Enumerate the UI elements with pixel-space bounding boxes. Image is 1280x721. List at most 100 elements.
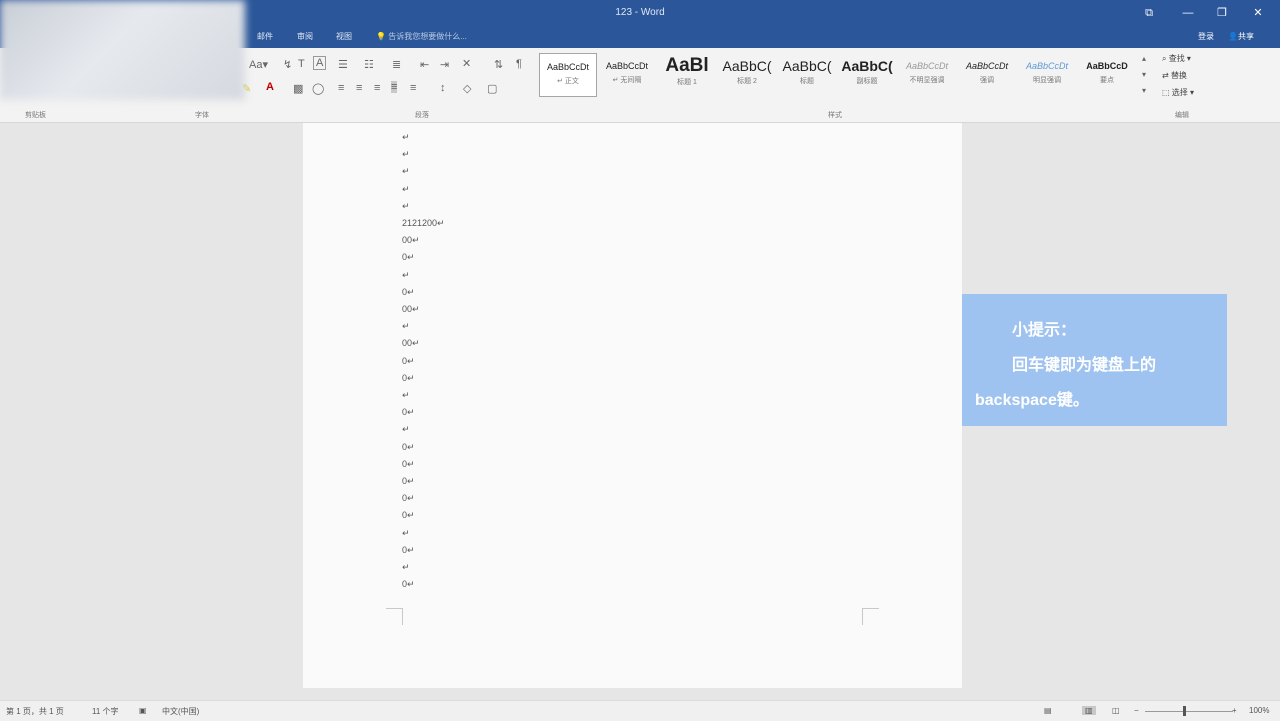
language-indicator[interactable]: 中文(中国) [162, 706, 199, 717]
zoom-slider-thumb[interactable] [1183, 706, 1186, 716]
text-effect-icon[interactable]: T [298, 58, 305, 70]
document-line[interactable]: 0↵ [402, 493, 415, 504]
gallery-up-icon[interactable]: ▴ [1142, 54, 1146, 63]
paragraph-shading-icon[interactable]: ◇ [463, 82, 471, 95]
bullets-icon[interactable]: ☰ [338, 58, 348, 71]
document-line[interactable]: 00↵ [402, 338, 420, 349]
zoom-slider[interactable] [1145, 711, 1233, 712]
font-color-icon[interactable]: A [266, 81, 274, 93]
font-size-icon[interactable]: Aa▾ [249, 58, 268, 71]
document-line[interactable]: 0↵ [402, 442, 415, 453]
show-marks-icon[interactable]: ¶ [516, 58, 522, 70]
document-line[interactable]: 00↵ [402, 304, 420, 315]
document-line[interactable]: ↵ [402, 528, 410, 539]
align-left-icon[interactable]: ≡ [338, 82, 344, 94]
document-line[interactable]: ↵ [402, 270, 410, 281]
page-count[interactable]: 第 1 页，共 1 页 [6, 706, 64, 717]
find-button[interactable]: ⌕ 查找 ▾ [1162, 53, 1191, 64]
share-button[interactable]: 👤共享 [1228, 31, 1254, 42]
replace-button[interactable]: ⇄ 替换 [1162, 70, 1187, 81]
web-layout-icon[interactable]: ◫ [1112, 706, 1120, 715]
document-line[interactable]: ↵ [402, 132, 410, 143]
document-line[interactable]: ↵ [402, 562, 410, 573]
chinese-layout-icon[interactable]: ✕ [462, 57, 471, 70]
zoom-out-icon[interactable]: − [1134, 706, 1139, 715]
document-line[interactable]: 0↵ [402, 287, 415, 298]
document-line[interactable]: ↵ [402, 166, 410, 177]
select-button[interactable]: ⬚ 选择 ▾ [1162, 87, 1194, 98]
replace-label: 替换 [1170, 71, 1187, 80]
style-normal[interactable]: AaBbCcDt ↵ 正文 [539, 53, 597, 97]
distributed-icon[interactable]: ≡ [410, 82, 416, 94]
minimize-button[interactable]: — [1178, 4, 1198, 22]
style-intense-emphasis[interactable]: AaBbCcDt 明显强调 [1018, 53, 1076, 97]
document-line[interactable]: 00↵ [402, 235, 420, 246]
line-spacing-icon[interactable]: ↕ [440, 82, 446, 94]
restore-button[interactable]: ❐ [1212, 4, 1232, 22]
style-name: ↵ 正文 [557, 78, 579, 85]
document-line[interactable]: ↵ [402, 321, 410, 332]
ribbon-display-options-icon[interactable]: ⧉ [1139, 4, 1159, 22]
document-line[interactable]: 0↵ [402, 459, 415, 470]
shading-icon[interactable]: ▩ [293, 82, 303, 95]
tab-review[interactable]: 审阅 [297, 31, 313, 42]
justify-icon[interactable]: ≡ [391, 81, 398, 93]
document-line[interactable]: ↵ [402, 184, 410, 195]
zoom-in-icon[interactable]: + [1232, 706, 1237, 715]
document-line[interactable]: ↵ [402, 149, 410, 160]
document-line[interactable]: 0↵ [402, 510, 415, 521]
style-emphasis[interactable]: AaBbCcDt 强调 [958, 53, 1016, 97]
tab-mailings[interactable]: 邮件 [257, 31, 273, 42]
word-count[interactable]: 11 个字 [92, 706, 119, 717]
numbering-icon[interactable]: ☷ [364, 58, 374, 71]
styles-gallery: AaBbCcDt ↵ 正文 AaBbCcDt ↵ 无间隔 AaBl 标题 1 A… [538, 53, 1152, 97]
sort-icon[interactable]: ⇅ [494, 58, 503, 71]
gallery-more-icon[interactable]: ▾ [1142, 86, 1146, 95]
style-subtle-emphasis[interactable]: AaBbCcDt 不明显强调 [898, 53, 956, 97]
search-icon: ⌕ [1162, 54, 1169, 63]
document-line[interactable]: 0↵ [402, 373, 415, 384]
document-line[interactable]: 0↵ [402, 356, 415, 367]
document-line[interactable]: 0↵ [402, 476, 415, 487]
document-line[interactable]: 0↵ [402, 407, 415, 418]
read-mode-icon[interactable]: ▤ [1044, 706, 1052, 715]
blurred-overlay [0, 0, 245, 100]
proofing-icon[interactable]: ▣ [139, 706, 147, 715]
close-button[interactable]: ✕ [1248, 4, 1268, 22]
gallery-down-icon[interactable]: ▾ [1142, 70, 1146, 79]
align-right-icon[interactable]: ≡ [374, 82, 380, 94]
find-label: 查找 [1168, 54, 1185, 63]
outdent-icon[interactable]: ⇥ [440, 58, 449, 71]
document-line[interactable]: ↵ [402, 424, 410, 435]
borders-icon[interactable]: ▢ [487, 82, 497, 95]
align-center-icon[interactable]: ≡ [356, 82, 362, 94]
document-line[interactable]: 2121200↵ [402, 218, 445, 229]
document-line[interactable]: 0↵ [402, 579, 415, 590]
tab-view[interactable]: 视图 [336, 31, 352, 42]
document-line[interactable]: 0↵ [402, 545, 415, 556]
tell-me-box[interactable]: 💡 告诉我您想要做什么... [376, 31, 467, 42]
indent-icon[interactable]: ⇤ [420, 58, 429, 71]
style-subtitle[interactable]: AaBbC( 副标题 [838, 53, 896, 97]
multilevel-list-icon[interactable]: ≣ [392, 58, 401, 71]
style-heading-2[interactable]: AaBbC( 标题 2 [718, 53, 776, 97]
group-label-paragraph: 段落 [415, 112, 429, 119]
style-strong[interactable]: AaBbCcD 要点 [1078, 53, 1136, 97]
document-line[interactable]: 0↵ [402, 252, 415, 263]
document-line[interactable]: ↵ [402, 390, 410, 401]
clear-format-icon[interactable]: ↯ [283, 58, 292, 71]
style-no-spacing[interactable]: AaBbCcDt ↵ 无间隔 [598, 53, 656, 97]
select-label: 选择 [1171, 88, 1188, 97]
group-label-clipboard: 剪贴板 [25, 112, 46, 119]
style-heading-1[interactable]: AaBl 标题 1 [658, 53, 716, 97]
lightbulb-icon: 💡 [376, 32, 386, 41]
zoom-level[interactable]: 100% [1249, 706, 1269, 715]
char-border-icon[interactable]: A [313, 56, 327, 70]
print-layout-icon[interactable]: ▥ [1082, 706, 1096, 715]
tip-line-2: backspace键。 [975, 392, 1089, 409]
sign-in-link[interactable]: 登录 [1198, 31, 1214, 42]
style-title[interactable]: AaBbC( 标题 [778, 53, 836, 97]
document-line[interactable]: ↵ [402, 201, 410, 212]
enclose-char-icon[interactable]: ◯ [312, 82, 324, 95]
style-sample: AaBbCcDt [1025, 61, 1069, 71]
